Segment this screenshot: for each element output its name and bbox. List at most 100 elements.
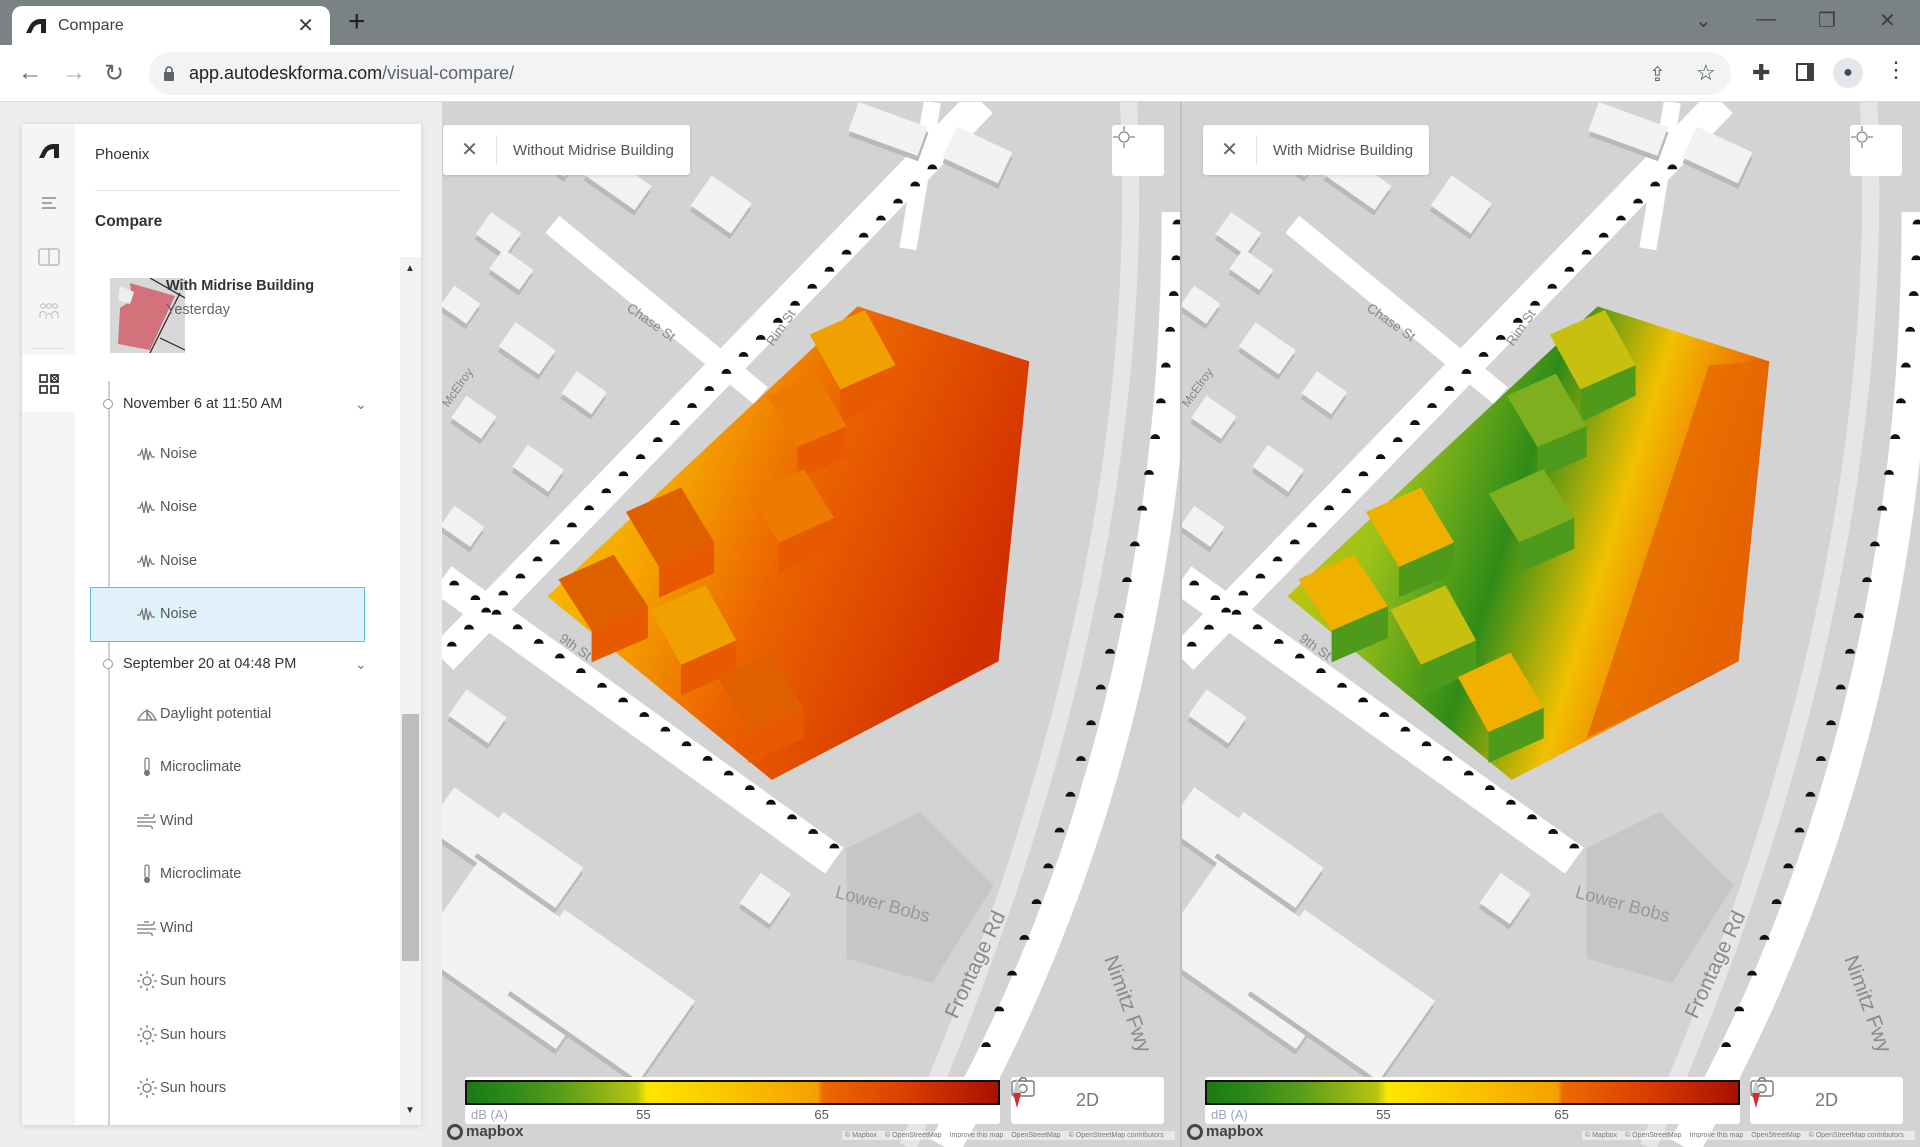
chevron-down-icon[interactable]: ⌄	[355, 396, 367, 413]
analysis-item[interactable]: Microclimate	[75, 741, 400, 795]
street-label: Nimitz Fwy	[1839, 952, 1896, 1056]
analysis-item[interactable]: Noise	[75, 427, 400, 481]
noise-legend: dB (A) 55 65	[1205, 1077, 1740, 1124]
legend-colorbar	[1205, 1080, 1740, 1105]
proposal-name[interactable]: With Midrise Building	[166, 278, 314, 294]
analysis-item[interactable]: Wind	[75, 794, 400, 848]
attribution-link[interactable]: Improve this map	[1690, 1132, 1744, 1139]
scrollbar[interactable]: ▲ ▼	[400, 257, 421, 1125]
sensor-point	[1853, 612, 1864, 618]
close-scenario-icon[interactable]: ✕	[1203, 135, 1257, 165]
analysis-item[interactable]: Microclimate	[75, 848, 400, 902]
view-controls: 2D	[1011, 1077, 1164, 1124]
building	[474, 212, 522, 261]
building	[689, 175, 752, 239]
attribution-link[interactable]: OpenStreetMap	[1751, 1132, 1800, 1139]
view-mode-toggle[interactable]: 2D	[1076, 1090, 1099, 1111]
close-window-icon[interactable]: ✕	[1879, 8, 1896, 33]
panel-content: Phoenix Compare With Midrise Building Ye…	[75, 124, 421, 1125]
timeline-group-header[interactable]: September 20 at 04:48 PM ⌄	[75, 641, 400, 687]
icon-rail	[22, 124, 75, 1125]
forward-icon[interactable]: →	[62, 59, 86, 87]
url-input[interactable]: app.autodeskforma.com/visual-compare/ ⇪ …	[149, 52, 1731, 95]
mapbox-logo-text: mapbox	[466, 1123, 524, 1140]
analysis-item[interactable]: Noise	[75, 1115, 400, 1125]
attribution-link[interactable]: © Mapbox	[845, 1132, 877, 1139]
locate-button[interactable]	[1112, 125, 1164, 176]
legend-tick: 65	[814, 1107, 829, 1122]
timeline-group-header[interactable]: November 6 at 11:50 AM ⌄	[75, 381, 400, 427]
crosshair-icon	[1851, 126, 1873, 148]
compare-icon[interactable]	[22, 355, 75, 412]
analysis-item[interactable]: Sun hours	[75, 1062, 400, 1116]
mapbox-logo[interactable]: mapbox	[447, 1123, 524, 1140]
building	[1237, 322, 1296, 380]
analysis-item-label: Microclimate	[160, 866, 242, 883]
analysis-item-label: Microclimate	[160, 759, 242, 776]
legend-tick: 65	[1554, 1107, 1569, 1122]
analysis-item[interactable]: Noise	[75, 481, 400, 535]
forma-logo-icon	[26, 18, 46, 33]
analysis-item[interactable]: Noise	[75, 534, 400, 588]
analysis-item[interactable]: Sun hours	[75, 1008, 400, 1062]
lock-icon	[164, 66, 174, 81]
people-icon[interactable]	[22, 291, 75, 331]
road	[545, 215, 768, 405]
close-tab-icon[interactable]: ✕	[297, 13, 314, 38]
sensor-point	[1105, 648, 1115, 654]
new-tab-button[interactable]: +	[348, 6, 366, 38]
reload-icon[interactable]: ↻	[104, 59, 124, 88]
attribution-link[interactable]: Improve this map	[950, 1132, 1004, 1139]
scroll-up-icon[interactable]: ▲	[405, 263, 415, 274]
analysis-item[interactable]: Wind	[75, 901, 400, 955]
book-icon[interactable]	[22, 237, 75, 277]
attribution-link[interactable]: OpenStreetMap	[1011, 1132, 1060, 1139]
attribution-link[interactable]: © OpenStreetMap	[885, 1132, 942, 1139]
analysis-item-label: Sun hours	[160, 1080, 227, 1097]
attribution-link[interactable]: © OpenStreetMap contributors	[1069, 1132, 1164, 1139]
legend-unit: dB (A)	[471, 1107, 508, 1122]
locate-button[interactable]	[1850, 125, 1902, 176]
profile-avatar[interactable]: ●	[1833, 58, 1863, 88]
compass-icon[interactable]	[1011, 1077, 1023, 1109]
analysis-item[interactable]: Daylight potential	[75, 687, 400, 741]
attribution-link[interactable]: © OpenStreetMap contributors	[1809, 1132, 1904, 1139]
close-scenario-icon[interactable]: ✕	[443, 135, 497, 165]
analysis-item[interactable]: Sun hours	[75, 955, 400, 1009]
sensor-point	[1826, 720, 1836, 726]
scrollbar-thumb[interactable]	[402, 714, 419, 961]
tab-search-icon[interactable]: ⌄	[1695, 8, 1712, 33]
attribution-link[interactable]: © OpenStreetMap	[1625, 1132, 1682, 1139]
mapbox-logo[interactable]: mapbox	[1187, 1123, 1264, 1140]
menu-icon[interactable]	[22, 183, 75, 223]
scenario-card: ✕ Without Midrise Building	[443, 125, 690, 175]
map-view-without[interactable]: Chase St Rim St 9th St Frontage Rd Nimit…	[442, 102, 1180, 1147]
wind-icon	[135, 811, 159, 831]
sensor-point	[1054, 827, 1065, 833]
share-icon[interactable]: ⇪	[1649, 62, 1666, 87]
sensor-point	[1031, 899, 1042, 904]
forma-logo-icon[interactable]	[22, 131, 75, 171]
chevron-down-icon[interactable]: ⌄	[355, 656, 367, 673]
sensor-point	[1086, 720, 1096, 726]
building	[447, 689, 507, 749]
scroll-down-icon[interactable]: ▼	[405, 1105, 415, 1116]
restore-icon[interactable]: ❐	[1818, 8, 1836, 33]
browser-menu-icon[interactable]: ⋮	[1885, 57, 1907, 83]
compass-icon[interactable]	[1750, 1077, 1762, 1109]
bookmark-star-icon[interactable]: ☆	[1696, 60, 1716, 86]
side-panel-icon[interactable]	[1796, 63, 1814, 81]
extensions-icon[interactable]: ✚	[1752, 60, 1770, 86]
analysis-item[interactable]: Noise	[90, 586, 365, 642]
browser-tab[interactable]: Compare ✕	[12, 6, 330, 45]
analysis-list[interactable]: With Midrise Building Yesterday November…	[75, 257, 421, 1125]
minimize-icon[interactable]: —	[1756, 8, 1776, 31]
attribution-link[interactable]: © Mapbox	[1585, 1132, 1617, 1139]
proposal-date: Yesterday	[166, 302, 230, 318]
wind-icon	[135, 918, 159, 938]
map-view-with[interactable]: Chase St Rim St 9th St Frontage Rd Nimit…	[1182, 102, 1920, 1147]
view-mode-toggle[interactable]: 2D	[1815, 1090, 1838, 1111]
back-icon[interactable]: ←	[18, 59, 42, 87]
building	[497, 322, 556, 380]
browser-tab-bar: Compare ✕ + ⌄ — ❐ ✕	[0, 0, 1920, 45]
